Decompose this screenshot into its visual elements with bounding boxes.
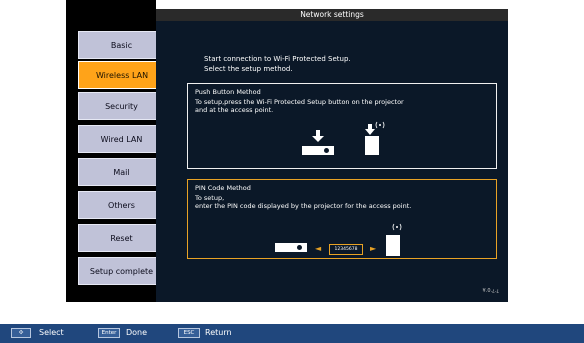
- pin-code-method-line-2: enter the PIN code displayed by the proj…: [195, 202, 412, 210]
- enter-key-icon: Enter: [98, 328, 120, 338]
- push-button-method-line-1: To setup,press the Wi-Fi Protected Setup…: [195, 97, 404, 106]
- sidebar-item-label: Setup complete: [89, 266, 154, 276]
- sidebar-item-basic[interactable]: Basic: [78, 31, 165, 59]
- projector-lens-icon: [297, 245, 302, 250]
- pin-code-method-line-1: To setup,: [195, 193, 225, 202]
- push-down-arrow-icon: [312, 130, 324, 142]
- right-arrow-icon: ►: [370, 244, 377, 253]
- pin-code-method-option[interactable]: PIN Code Method To setup, enter the PIN …: [187, 179, 497, 259]
- wireless-signal-icon: [392, 223, 402, 231]
- projector-lens-icon: [324, 148, 329, 153]
- window-title: Network settings: [156, 9, 508, 21]
- settings-panel: Network settings Start connection to Wi-…: [156, 9, 508, 302]
- sidebar-item-label: Reset: [110, 233, 133, 243]
- sidebar-item-wired-lan[interactable]: Wired LAN: [78, 125, 165, 153]
- intro-line-2: Select the setup method.: [204, 65, 293, 73]
- sidebar-item-security[interactable]: Security: [78, 92, 165, 120]
- done-label: Done: [126, 328, 148, 337]
- sidebar-item-setup-complete[interactable]: Setup complete: [78, 257, 165, 285]
- wireless-signal-icon: [375, 121, 385, 129]
- sidebar-item-mail[interactable]: Mail: [78, 158, 165, 186]
- intro-text: Start connection to Wi-Fi Protected Setu…: [204, 54, 351, 74]
- pin-code-method-title: PIN Code Method: [195, 184, 251, 192]
- sidebar-item-label: Mail: [113, 167, 130, 177]
- sidebar-item-label: Wired LAN: [100, 134, 143, 144]
- version-label: ¥.0.¿.¿: [482, 288, 499, 294]
- select-key-icon: ✣: [11, 328, 31, 338]
- left-arrow-icon: ◄: [315, 244, 322, 253]
- sidebar-item-wireless-lan[interactable]: Wireless LAN: [78, 61, 166, 89]
- projector-icon: [302, 146, 334, 155]
- push-button-method-option[interactable]: Push Button Method To setup,press the Wi…: [187, 83, 497, 169]
- intro-line-1: Start connection to Wi-Fi Protected Setu…: [204, 55, 351, 63]
- pin-code-display: 12345678: [329, 244, 363, 255]
- access-point-icon: [365, 136, 379, 155]
- sidebar-item-label: Others: [108, 200, 135, 210]
- help-bar: ✣ Select Enter Done ESC Return: [0, 324, 584, 343]
- push-button-method-line-2: and at the access point.: [195, 106, 274, 114]
- push-button-method-title: Push Button Method: [195, 88, 261, 96]
- sidebar-item-reset[interactable]: Reset: [78, 224, 165, 252]
- projector-icon: [275, 243, 307, 252]
- access-point-icon: [386, 235, 400, 256]
- sidebar-item-label: Basic: [110, 40, 133, 50]
- sidebar-item-label: Security: [105, 101, 138, 111]
- return-label: Return: [205, 328, 232, 337]
- sidebar-item-label: Wireless LAN: [95, 70, 149, 80]
- select-label: Select: [39, 328, 64, 337]
- esc-key-icon: ESC: [178, 328, 200, 338]
- sidebar-item-others[interactable]: Others: [78, 191, 165, 219]
